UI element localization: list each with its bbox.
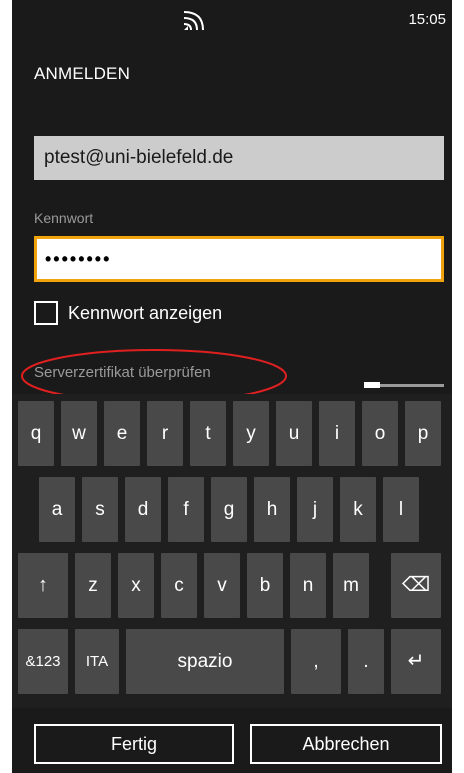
key-g[interactable]: g — [211, 477, 247, 542]
key-v[interactable]: v — [204, 553, 240, 618]
key-x[interactable]: x — [118, 553, 154, 618]
key-q[interactable]: q — [18, 401, 54, 466]
key-o[interactable]: o — [362, 401, 398, 466]
show-password-toggle[interactable]: Kennwort anzeigen — [34, 298, 222, 328]
show-password-checkbox[interactable] — [34, 301, 58, 325]
language-key[interactable]: ITA — [75, 629, 119, 694]
cancel-button[interactable]: Abbrechen — [250, 724, 442, 764]
key-s[interactable]: s — [82, 477, 118, 542]
phone-screen: 15:05 ANMELDEN ptest@uni-bielefeld.de Ke… — [12, 0, 452, 773]
toggle-thumb[interactable] — [364, 382, 380, 388]
key-r[interactable]: r — [147, 401, 183, 466]
key-z[interactable]: z — [75, 553, 111, 618]
key-k[interactable]: k — [340, 477, 376, 542]
key-l[interactable]: l — [383, 477, 419, 542]
email-input[interactable]: ptest@uni-bielefeld.de — [34, 136, 444, 180]
key-h[interactable]: h — [254, 477, 290, 542]
status-bar: 15:05 — [12, 0, 452, 40]
action-bar: Fertig Abbrechen — [12, 708, 452, 773]
key-w[interactable]: w — [61, 401, 97, 466]
clock: 15:05 — [408, 11, 446, 28]
key-y[interactable]: y — [233, 401, 269, 466]
page-title: ANMELDEN — [34, 64, 131, 83]
period-key[interactable]: . — [348, 629, 384, 694]
key-f[interactable]: f — [168, 477, 204, 542]
numbers-key[interactable]: &123 — [18, 629, 68, 694]
done-button[interactable]: Fertig — [34, 724, 234, 764]
backspace-key[interactable]: ⌫ — [391, 553, 441, 618]
key-m[interactable]: m — [333, 553, 369, 618]
wifi-signal-icon — [184, 11, 204, 30]
shift-key[interactable]: ↑ — [18, 553, 68, 618]
enter-key[interactable]: ↵ — [391, 629, 441, 694]
key-i[interactable]: i — [319, 401, 355, 466]
on-screen-keyboard: q w e r t y u i o p a s d f g h j k l ↑ … — [12, 394, 452, 708]
key-j[interactable]: j — [297, 477, 333, 542]
password-input[interactable]: •••••••• — [34, 236, 444, 282]
key-c[interactable]: c — [161, 553, 197, 618]
key-p[interactable]: p — [405, 401, 441, 466]
password-label: Kennwort — [34, 210, 94, 226]
key-e[interactable]: e — [104, 401, 140, 466]
key-d[interactable]: d — [125, 477, 161, 542]
show-password-label: Kennwort anzeigen — [68, 302, 223, 323]
comma-key[interactable]: , — [291, 629, 341, 694]
key-t[interactable]: t — [190, 401, 226, 466]
key-u[interactable]: u — [276, 401, 312, 466]
key-a[interactable]: a — [39, 477, 75, 542]
space-key[interactable]: spazio — [126, 629, 284, 694]
key-n[interactable]: n — [290, 553, 326, 618]
key-b[interactable]: b — [247, 553, 283, 618]
